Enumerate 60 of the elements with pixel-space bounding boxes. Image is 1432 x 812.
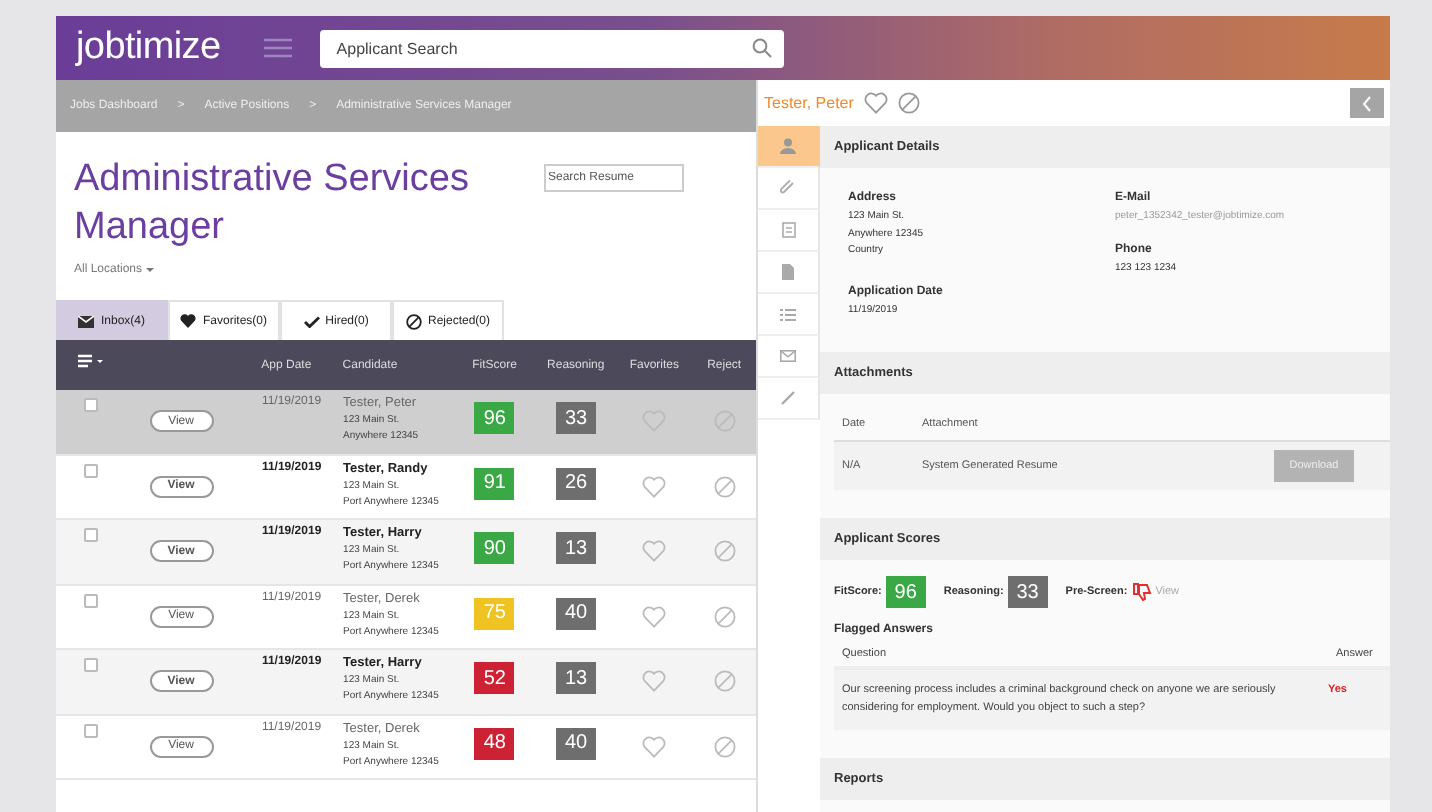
prohibited-icon[interactable] [713,670,736,692]
prohibited-icon[interactable] [713,735,736,757]
side-tab[interactable] [758,336,820,378]
heart-icon[interactable] [863,92,888,114]
side-tab[interactable] [758,210,820,252]
thumbs-down-icon [1131,582,1152,602]
prohibited-icon [405,313,422,329]
heart-icon[interactable] [642,735,667,757]
check-icon [303,315,320,327]
heart-icon[interactable] [642,670,667,692]
side-tab[interactable] [758,378,820,420]
search-icon[interactable] [752,38,773,58]
envelope-icon [78,315,95,327]
prohibited-icon[interactable] [713,540,736,562]
chevron-left-icon [1362,95,1372,111]
reasoning-badge: 33 [556,402,597,434]
reasoning-badge: 13 [556,532,597,564]
side-tab[interactable] [758,126,820,168]
reasoning-badge: 13 [556,662,597,694]
job-title: Administrative Services Manager [74,156,471,252]
side-tab[interactable] [758,168,820,210]
fitscore-badge: 96 [885,576,926,608]
reasoning-badge: 40 [556,727,597,759]
document-icon [781,222,795,238]
file-icon [782,264,794,280]
heart-icon[interactable] [642,475,667,497]
collapse-button[interactable] [1350,88,1384,118]
column-menu-icon[interactable] [78,354,106,368]
pencil-icon [780,390,796,406]
checkbox[interactable] [84,593,98,607]
applicant-name: Tester, Peter [764,94,854,112]
checkbox[interactable] [84,463,98,477]
search-field[interactable]: Applicant Search [320,29,785,67]
fitscore-badge: 48 [474,727,515,759]
fitscore-badge: 96 [474,402,515,434]
reasoning-badge: 40 [556,597,597,629]
logo[interactable]: jobtimize [76,26,221,70]
prohibited-icon[interactable] [713,475,736,497]
side-tab[interactable] [758,252,820,294]
checkbox[interactable] [84,398,98,412]
heart-icon [180,314,197,328]
envelope-icon [780,350,796,362]
reasoning-badge: 33 [1007,576,1048,608]
person-icon [780,138,796,154]
prohibited-icon[interactable] [897,92,920,114]
checkbox[interactable] [84,528,98,542]
menu-icon[interactable] [264,38,293,58]
fitscore-badge: 91 [474,467,515,499]
prohibited-icon[interactable] [713,605,736,627]
heart-icon[interactable] [642,605,667,627]
reasoning-badge: 26 [556,467,597,499]
fitscore-badge: 52 [474,662,515,694]
checkbox[interactable] [84,723,98,737]
fitscore-badge: 75 [474,597,515,629]
paperclip-icon [780,180,796,196]
side-tab[interactable] [758,294,820,336]
list-icon [780,307,796,321]
fitscore-badge: 90 [474,532,515,564]
heart-icon[interactable] [642,540,667,562]
checkbox[interactable] [84,658,98,672]
